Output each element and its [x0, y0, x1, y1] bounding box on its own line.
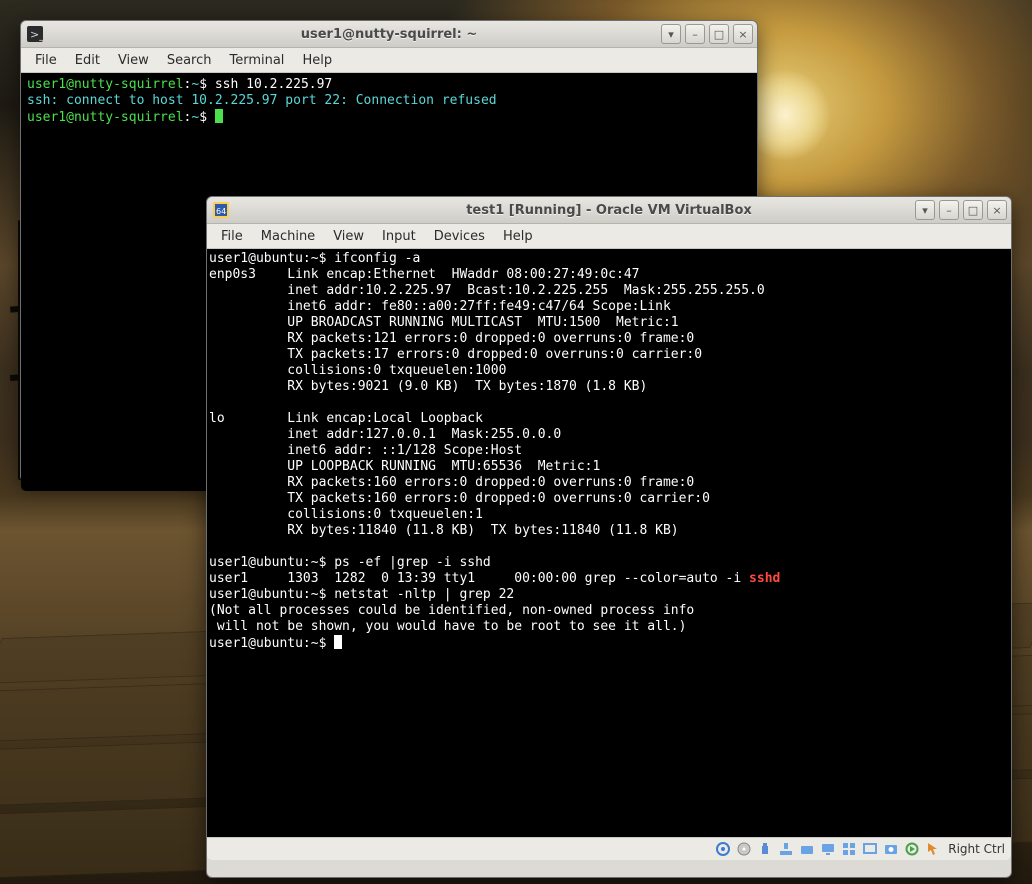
- menu-input[interactable]: Input: [374, 226, 424, 247]
- display-icon[interactable]: [820, 841, 836, 857]
- vbox-window-title: test1 [Running] - Oracle VM VirtualBox: [207, 203, 1011, 218]
- term-line: inet6 addr: ::1/128 Scope:Host: [209, 443, 522, 458]
- prompt-user: user1@nutty-squirrel: [27, 77, 184, 92]
- term-line: TX packets:17 errors:0 dropped:0 overrun…: [209, 347, 702, 362]
- host-titlebar[interactable]: >_ user1@nutty-squirrel: ~ ▾ – □ ×: [21, 21, 757, 48]
- close-button[interactable]: ×: [987, 200, 1007, 220]
- window-menu-button[interactable]: ▾: [915, 200, 935, 220]
- guest-terminal-output[interactable]: user1@ubuntu:~$ ifconfig -a enp0s3 Link …: [207, 249, 1011, 837]
- cursor-icon: [215, 109, 223, 123]
- menu-help[interactable]: Help: [294, 50, 340, 71]
- menu-view[interactable]: View: [110, 50, 157, 71]
- prompt-path: ~: [191, 110, 199, 125]
- svg-text:64: 64: [216, 207, 226, 216]
- recording-icon[interactable]: [904, 841, 920, 857]
- menu-search[interactable]: Search: [159, 50, 220, 71]
- term-line: RX packets:121 errors:0 dropped:0 overru…: [209, 331, 694, 346]
- menu-devices[interactable]: Devices: [426, 226, 493, 247]
- fullscreen-icon[interactable]: [841, 841, 857, 857]
- term-line: UP BROADCAST RUNNING MULTICAST MTU:1500 …: [209, 315, 679, 330]
- term-line: inet addr:10.2.225.97 Bcast:10.2.225.255…: [209, 283, 765, 298]
- virtualbox-icon: 64: [213, 202, 229, 218]
- window-menu-button[interactable]: ▾: [661, 24, 681, 44]
- term-line: (Not all processes could be identified, …: [209, 603, 694, 618]
- host-window-title: user1@nutty-squirrel: ~: [21, 27, 757, 42]
- menu-help[interactable]: Help: [495, 226, 541, 247]
- shared-folder-icon[interactable]: [799, 841, 815, 857]
- svg-text:>_: >_: [30, 28, 43, 41]
- mouse-icon[interactable]: [925, 841, 941, 857]
- menu-edit[interactable]: Edit: [67, 50, 108, 71]
- host-key-label: Right Ctrl: [948, 842, 1005, 856]
- menu-file[interactable]: File: [213, 226, 251, 247]
- term-line: collisions:0 txqueuelen:1000: [209, 363, 506, 378]
- term-line: collisions:0 txqueuelen:1: [209, 507, 483, 522]
- term-line: user1@ubuntu:~$: [209, 636, 334, 651]
- network-icon[interactable]: [778, 841, 794, 857]
- snapshot-icon[interactable]: [883, 841, 899, 857]
- term-line: enp0s3 Link encap:Ethernet HWaddr 08:00:…: [209, 267, 639, 282]
- maximize-button[interactable]: □: [963, 200, 983, 220]
- vbox-menubar: File Machine View Input Devices Help: [207, 224, 1011, 249]
- term-line: inet6 addr: fe80::a00:27ff:fe49:c47/64 S…: [209, 299, 671, 314]
- maximize-button[interactable]: □: [709, 24, 729, 44]
- minimize-button[interactable]: –: [685, 24, 705, 44]
- prompt-user: user1@nutty-squirrel: [27, 110, 184, 125]
- host-menubar: File Edit View Search Terminal Help: [21, 48, 757, 73]
- cmd-text: ssh 10.2.225.97: [215, 77, 332, 92]
- usb-icon[interactable]: [757, 841, 773, 857]
- virtualbox-window[interactable]: 64 test1 [Running] - Oracle VM VirtualBo…: [206, 196, 1012, 878]
- menu-file[interactable]: File: [27, 50, 65, 71]
- term-line: RX bytes:9021 (9.0 KB) TX bytes:1870 (1.…: [209, 379, 647, 394]
- term-line: lo Link encap:Local Loopback: [209, 411, 483, 426]
- term-line: user1 1303 1282 0 13:39 tty1 00:00:00 gr…: [209, 571, 749, 586]
- cd-icon[interactable]: [736, 841, 752, 857]
- terminal-icon: >_: [27, 26, 43, 42]
- grep-match: sshd: [749, 571, 780, 586]
- ssh-error: ssh: connect to host 10.2.225.97 port 22…: [27, 93, 497, 108]
- menu-machine[interactable]: Machine: [253, 226, 323, 247]
- term-line: RX packets:160 errors:0 dropped:0 overru…: [209, 475, 694, 490]
- term-line: user1@ubuntu:~$ netstat -nltp | grep 22: [209, 587, 514, 602]
- term-line: RX bytes:11840 (11.8 KB) TX bytes:11840 …: [209, 523, 679, 538]
- term-line: user1@ubuntu:~$ ifconfig -a: [209, 251, 420, 266]
- term-line: TX packets:160 errors:0 dropped:0 overru…: [209, 491, 710, 506]
- term-line: inet addr:127.0.0.1 Mask:255.0.0.0: [209, 427, 561, 442]
- vbox-statusbar: Right Ctrl: [207, 837, 1011, 860]
- minimize-button[interactable]: –: [939, 200, 959, 220]
- seamless-icon[interactable]: [862, 841, 878, 857]
- term-line: will not be shown, you would have to be …: [209, 619, 686, 634]
- vbox-titlebar[interactable]: 64 test1 [Running] - Oracle VM VirtualBo…: [207, 197, 1011, 224]
- settings-icon[interactable]: [715, 841, 731, 857]
- cursor-icon: [334, 635, 342, 649]
- term-line: user1@ubuntu:~$ ps -ef |grep -i sshd: [209, 555, 491, 570]
- prompt-path: ~: [191, 77, 199, 92]
- term-line: UP LOOPBACK RUNNING MTU:65536 Metric:1: [209, 459, 600, 474]
- close-button[interactable]: ×: [733, 24, 753, 44]
- menu-view[interactable]: View: [325, 226, 372, 247]
- menu-terminal[interactable]: Terminal: [221, 50, 292, 71]
